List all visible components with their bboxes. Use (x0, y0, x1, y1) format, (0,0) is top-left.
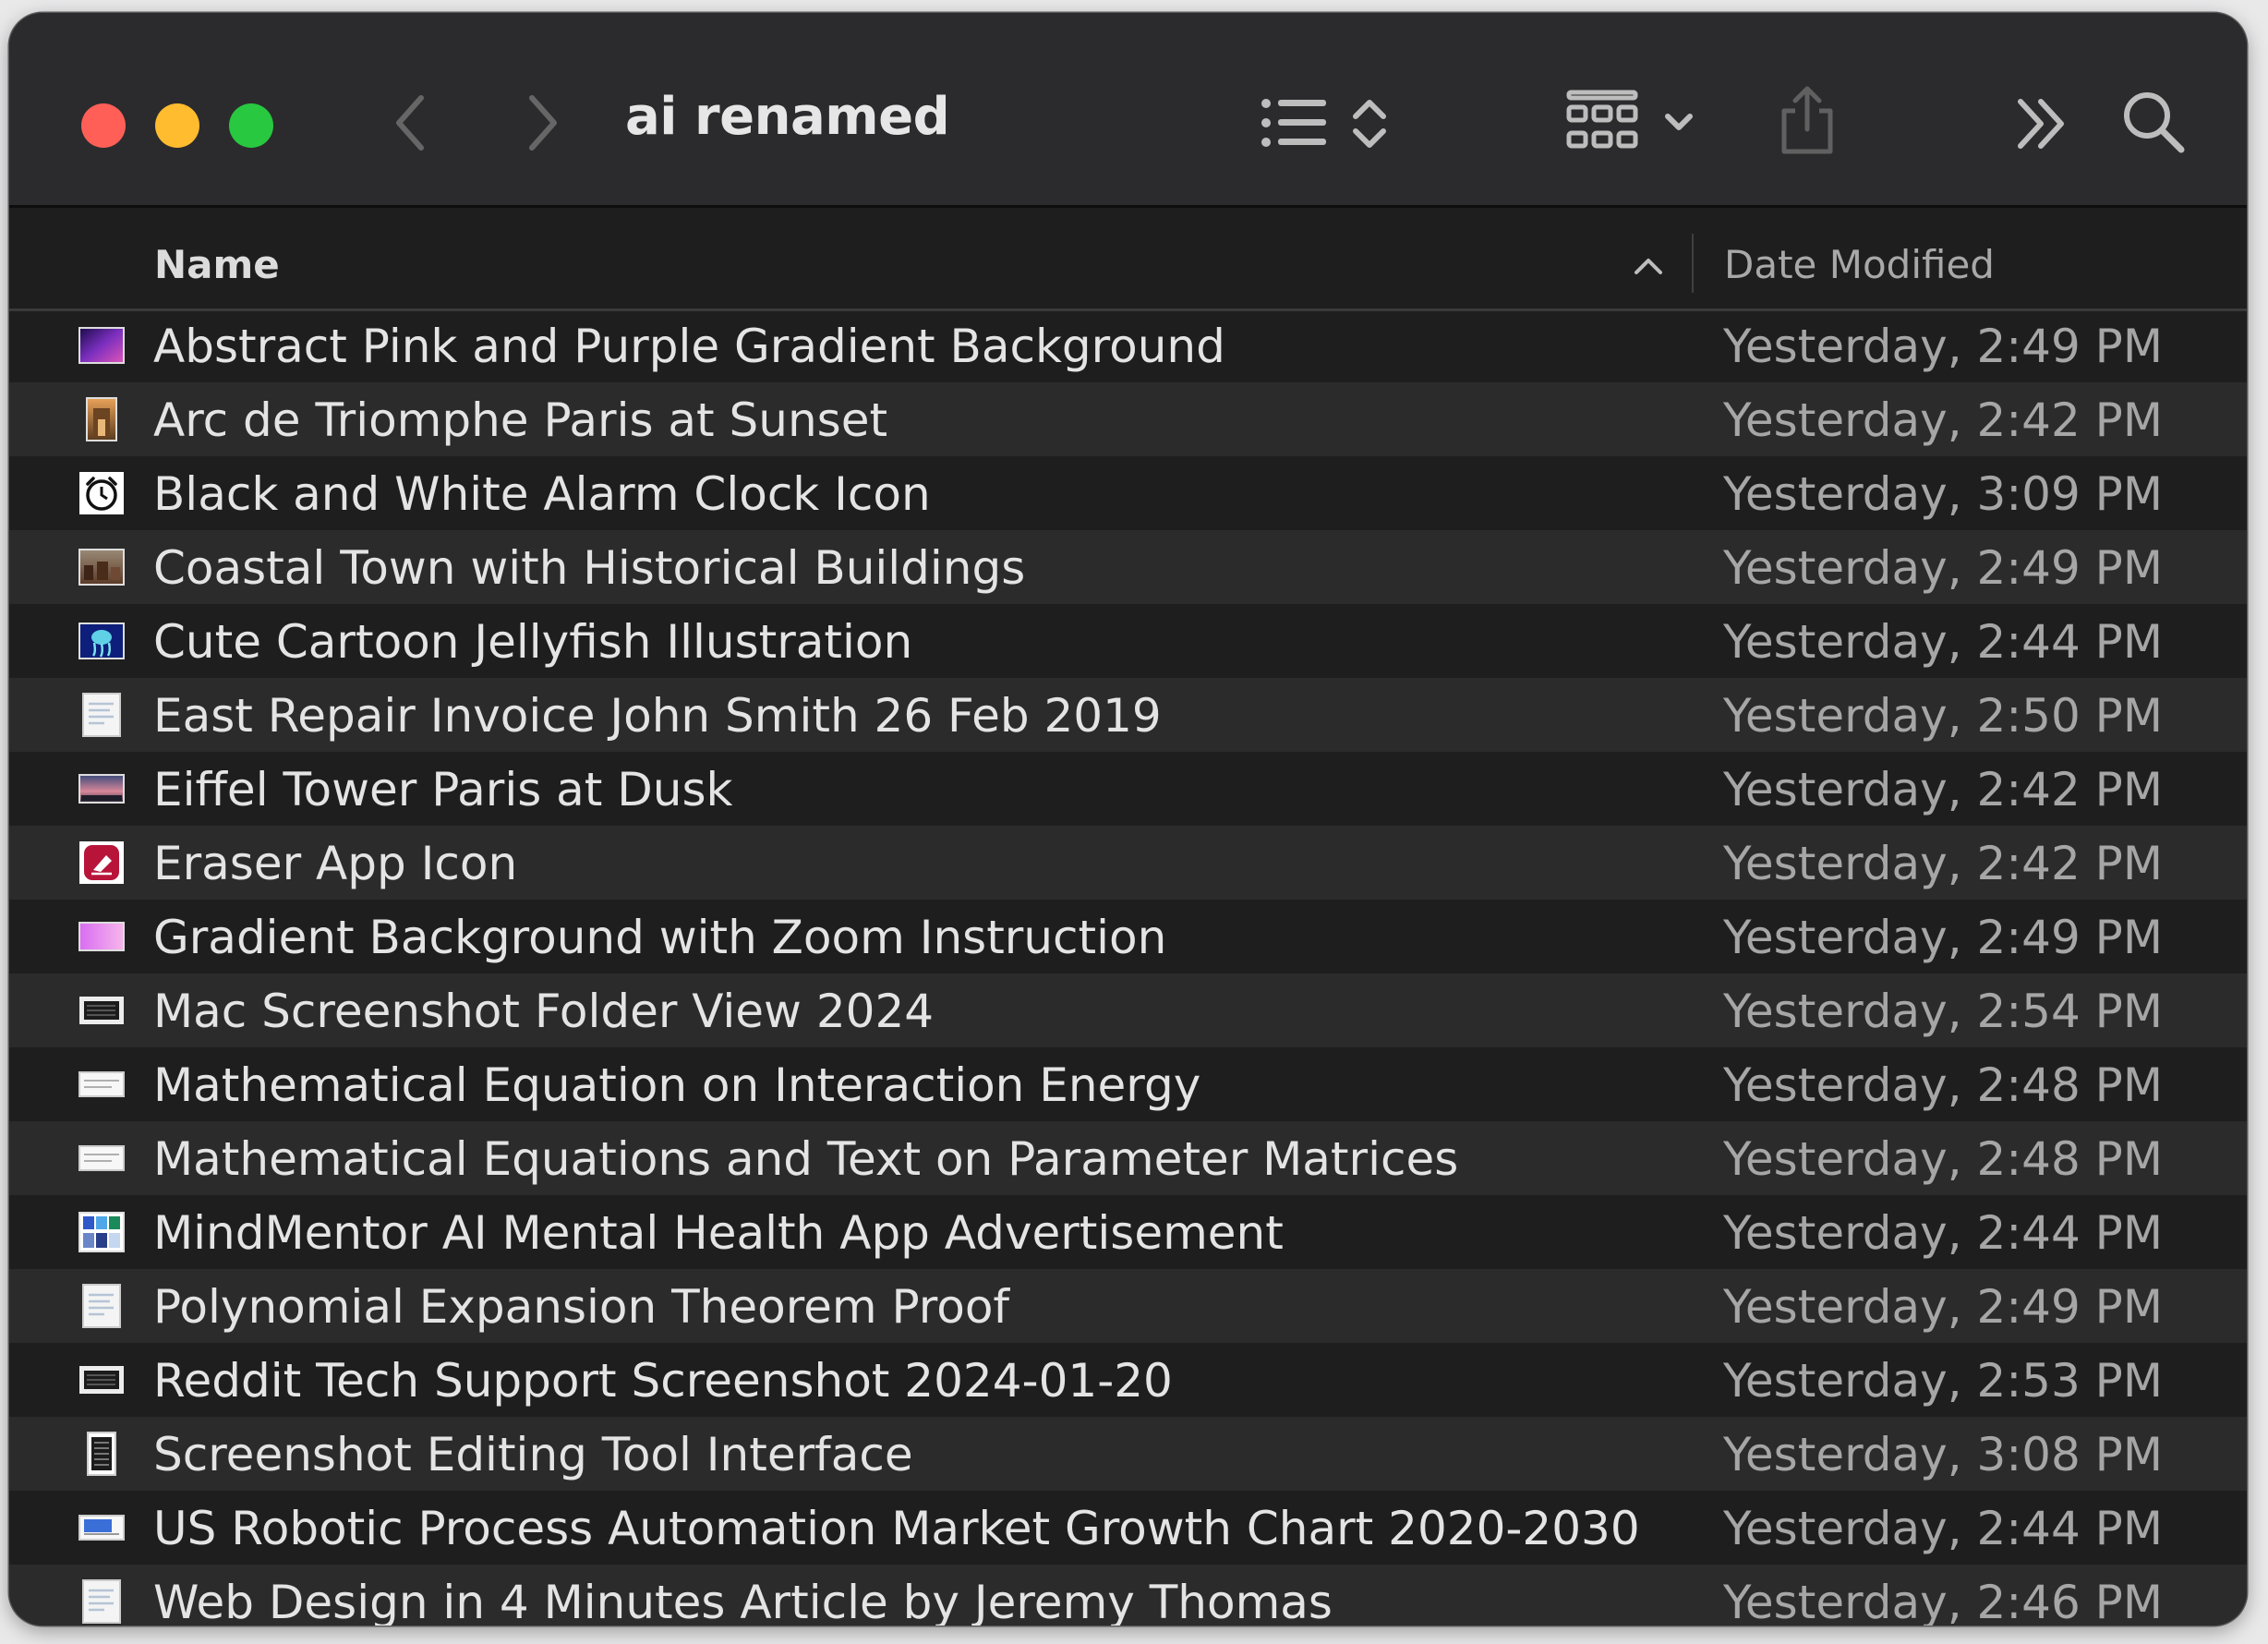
name-column-header[interactable]: Name (154, 242, 280, 287)
forward-icon[interactable] (519, 92, 565, 153)
file-row[interactable]: Reddit Tech Support Screenshot 2024-01-2… (9, 1343, 2247, 1417)
file-name: Screenshot Editing Tool Interface (153, 1428, 913, 1481)
file-name: US Robotic Process Automation Market Gro… (153, 1502, 1640, 1555)
file-thumbnail-icon (78, 1505, 125, 1550)
file-thumbnail-icon (78, 988, 125, 1033)
file-name: Mathematical Equation on Interaction Ene… (153, 1058, 1201, 1112)
file-row[interactable]: Black and White Alarm Clock Icon Yesterda… (9, 456, 2247, 530)
file-row[interactable]: Screenshot Editing Tool Interface Yesterd… (9, 1417, 2247, 1491)
minimize-button[interactable] (155, 103, 199, 148)
toolbar: ai renamed (9, 13, 2247, 208)
file-row[interactable]: US Robotic Process Automation Market Gro… (9, 1491, 2247, 1565)
file-name: Mac Screenshot Folder View 2024 (153, 985, 935, 1038)
file-name: Gradient Background with Zoom Instructio… (153, 911, 1167, 964)
finder-window: ai renamed Name Date Modified Abstract P… (9, 13, 2247, 1626)
file-date-modified: Yesterday, 2:44 PM (1723, 615, 2163, 669)
file-name: MindMentor AI Mental Health App Advertis… (153, 1206, 1284, 1260)
file-row[interactable]: Abstract Pink and Purple Gradient Backgr… (9, 308, 2247, 382)
close-button[interactable] (81, 103, 126, 148)
share-icon[interactable] (1777, 83, 1838, 157)
back-icon[interactable] (388, 92, 434, 153)
file-date-modified: Yesterday, 2:50 PM (1723, 689, 2163, 743)
file-date-modified: Yesterday, 3:09 PM (1723, 467, 2163, 521)
file-thumbnail-icon (78, 1210, 125, 1254)
column-header: Name Date Modified (9, 208, 2247, 311)
sort-ascending-icon[interactable] (1633, 256, 1664, 280)
file-thumbnail-icon (78, 1579, 125, 1624)
file-date-modified: Yesterday, 2:44 PM (1723, 1502, 2163, 1555)
file-row[interactable]: Web Design in 4 Minutes Article by Jerem… (9, 1565, 2247, 1626)
file-thumbnail-icon (78, 323, 125, 368)
file-name: Abstract Pink and Purple Gradient Backgr… (153, 320, 1225, 373)
file-row[interactable]: Mathematical Equation on Interaction Ene… (9, 1047, 2247, 1121)
file-row[interactable]: Eiffel Tower Paris at Dusk Yesterday, 2:4… (9, 752, 2247, 826)
file-thumbnail-icon (78, 767, 125, 811)
group-icon[interactable] (1566, 87, 1699, 157)
file-name: Black and White Alarm Clock Icon (153, 467, 931, 521)
file-row[interactable]: Coastal Town with Historical Buildings Ye… (9, 530, 2247, 604)
window-title: ai renamed (625, 87, 950, 147)
list-view-icon[interactable] (1260, 92, 1389, 153)
file-row[interactable]: Arc de Triomphe Paris at Sunset Yesterday… (9, 382, 2247, 456)
file-thumbnail-icon (78, 471, 125, 515)
file-thumbnail-icon (78, 619, 125, 663)
column-divider[interactable] (1692, 234, 1694, 293)
file-name: Cute Cartoon Jellyfish Illustration (153, 615, 913, 669)
file-row[interactable]: Mac Screenshot Folder View 2024 Yesterday… (9, 973, 2247, 1047)
file-row[interactable]: Polynomial Expansion Theorem Proof Yester… (9, 1269, 2247, 1343)
zoom-button[interactable] (229, 103, 273, 148)
date-modified-column-header[interactable]: Date Modified (1724, 242, 1995, 287)
file-date-modified: Yesterday, 2:42 PM (1723, 837, 2163, 890)
file-name: Arc de Triomphe Paris at Sunset (153, 393, 888, 447)
file-row[interactable]: East Repair Invoice John Smith 26 Feb 20… (9, 678, 2247, 752)
file-name: Eraser App Icon (153, 837, 518, 890)
file-date-modified: Yesterday, 2:48 PM (1723, 1132, 2163, 1186)
more-icon[interactable] (2013, 96, 2069, 151)
file-thumbnail-icon (78, 397, 125, 441)
file-date-modified: Yesterday, 3:08 PM (1723, 1428, 2163, 1481)
file-name: Polynomial Expansion Theorem Proof (153, 1280, 1010, 1334)
file-date-modified: Yesterday, 2:54 PM (1723, 985, 2163, 1038)
file-name: East Repair Invoice John Smith 26 Feb 20… (153, 689, 1162, 743)
file-date-modified: Yesterday, 2:42 PM (1723, 393, 2163, 447)
file-date-modified: Yesterday, 2:49 PM (1723, 320, 2163, 373)
file-row[interactable]: Eraser App Icon Yesterday, 2:42 PM (9, 826, 2247, 900)
file-row[interactable]: MindMentor AI Mental Health App Advertis… (9, 1195, 2247, 1269)
file-name: Coastal Town with Historical Buildings (153, 541, 1026, 595)
search-icon[interactable] (2120, 89, 2187, 155)
file-thumbnail-icon (78, 840, 125, 885)
file-name: Reddit Tech Support Screenshot 2024-01-2… (153, 1354, 1173, 1408)
file-thumbnail-icon (78, 1358, 125, 1402)
file-thumbnail-icon (78, 1432, 125, 1476)
file-date-modified: Yesterday, 2:49 PM (1723, 911, 2163, 964)
file-thumbnail-icon (78, 914, 125, 959)
file-list: Abstract Pink and Purple Gradient Backgr… (9, 308, 2247, 1626)
file-thumbnail-icon (78, 693, 125, 737)
file-name: Mathematical Equations and Text on Param… (153, 1132, 1459, 1186)
file-thumbnail-icon (78, 1062, 125, 1106)
file-row[interactable]: Mathematical Equations and Text on Param… (9, 1121, 2247, 1195)
file-date-modified: Yesterday, 2:44 PM (1723, 1206, 2163, 1260)
file-thumbnail-icon (78, 545, 125, 589)
file-name: Web Design in 4 Minutes Article by Jerem… (153, 1576, 1333, 1626)
file-date-modified: Yesterday, 2:53 PM (1723, 1354, 2163, 1408)
file-date-modified: Yesterday, 2:42 PM (1723, 763, 2163, 816)
file-date-modified: Yesterday, 2:46 PM (1723, 1576, 2163, 1626)
file-name: Eiffel Tower Paris at Dusk (153, 763, 733, 816)
file-date-modified: Yesterday, 2:49 PM (1723, 1280, 2163, 1334)
file-date-modified: Yesterday, 2:49 PM (1723, 541, 2163, 595)
file-thumbnail-icon (78, 1284, 125, 1328)
file-row[interactable]: Gradient Background with Zoom Instructio… (9, 900, 2247, 973)
file-date-modified: Yesterday, 2:48 PM (1723, 1058, 2163, 1112)
file-row[interactable]: Cute Cartoon Jellyfish Illustration Yeste… (9, 604, 2247, 678)
file-thumbnail-icon (78, 1136, 125, 1180)
